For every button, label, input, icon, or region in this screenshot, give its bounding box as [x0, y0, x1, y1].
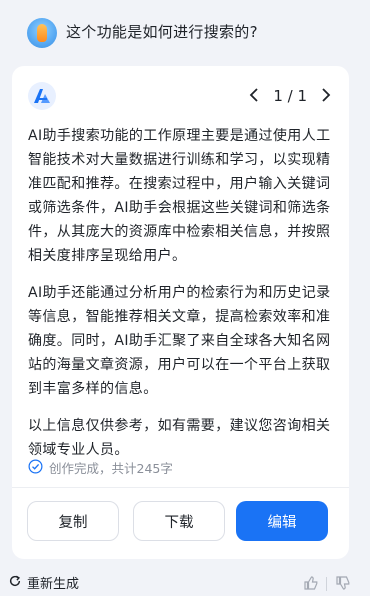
divider — [12, 487, 349, 488]
vote-separator — [326, 577, 327, 591]
regenerate-button[interactable]: 重新生成 — [8, 573, 79, 592]
completion-text: 创作完成，共计245字 — [49, 461, 173, 476]
answer-pager: 1 / 1 — [249, 87, 331, 105]
refresh-icon — [8, 574, 22, 592]
chevron-left-icon[interactable] — [249, 87, 259, 105]
completion-status: 创作完成，共计245字 — [28, 458, 173, 477]
answer-paragraph: AI助手搜索功能的工作原理主要是通过使用人工智能技术对大量数据进行训练和学习，以… — [28, 128, 331, 264]
edit-button[interactable]: 编辑 — [236, 501, 328, 541]
answer-paragraph: 以上信息仅供参考，如有需要，建议您咨询相关领域专业人员。 — [28, 418, 331, 458]
answer-paragraph: AI助手还能通过分析用户的检索行为和历史记录等信息，智能推荐相关文章，提高检索效… — [28, 285, 331, 397]
footer-bar: 重新生成 — [0, 568, 370, 596]
thumbs-up-icon[interactable] — [303, 575, 319, 591]
thumbs-down-icon[interactable] — [335, 575, 351, 591]
regenerate-label: 重新生成 — [27, 577, 80, 592]
user-avatar — [27, 18, 57, 48]
answer-text: AI助手搜索功能的工作原理主要是通过使用人工智能技术对大量数据进行训练和学习，以… — [28, 124, 338, 475]
check-circle-icon — [28, 459, 43, 477]
user-message-row: 这个功能是如何进行搜索的? — [0, 0, 370, 62]
download-button[interactable]: 下载 — [133, 501, 225, 541]
chevron-right-icon[interactable] — [321, 87, 331, 105]
user-question: 这个功能是如何进行搜索的? — [66, 23, 258, 41]
pager-count: 1 / 1 — [273, 87, 307, 105]
copy-button[interactable]: 复制 — [27, 501, 119, 541]
assistant-logo-icon — [28, 82, 56, 110]
answer-card: 1 / 1 AI助手搜索功能的工作原理主要是通过使用人工智能技术对大量数据进行训… — [12, 66, 349, 559]
